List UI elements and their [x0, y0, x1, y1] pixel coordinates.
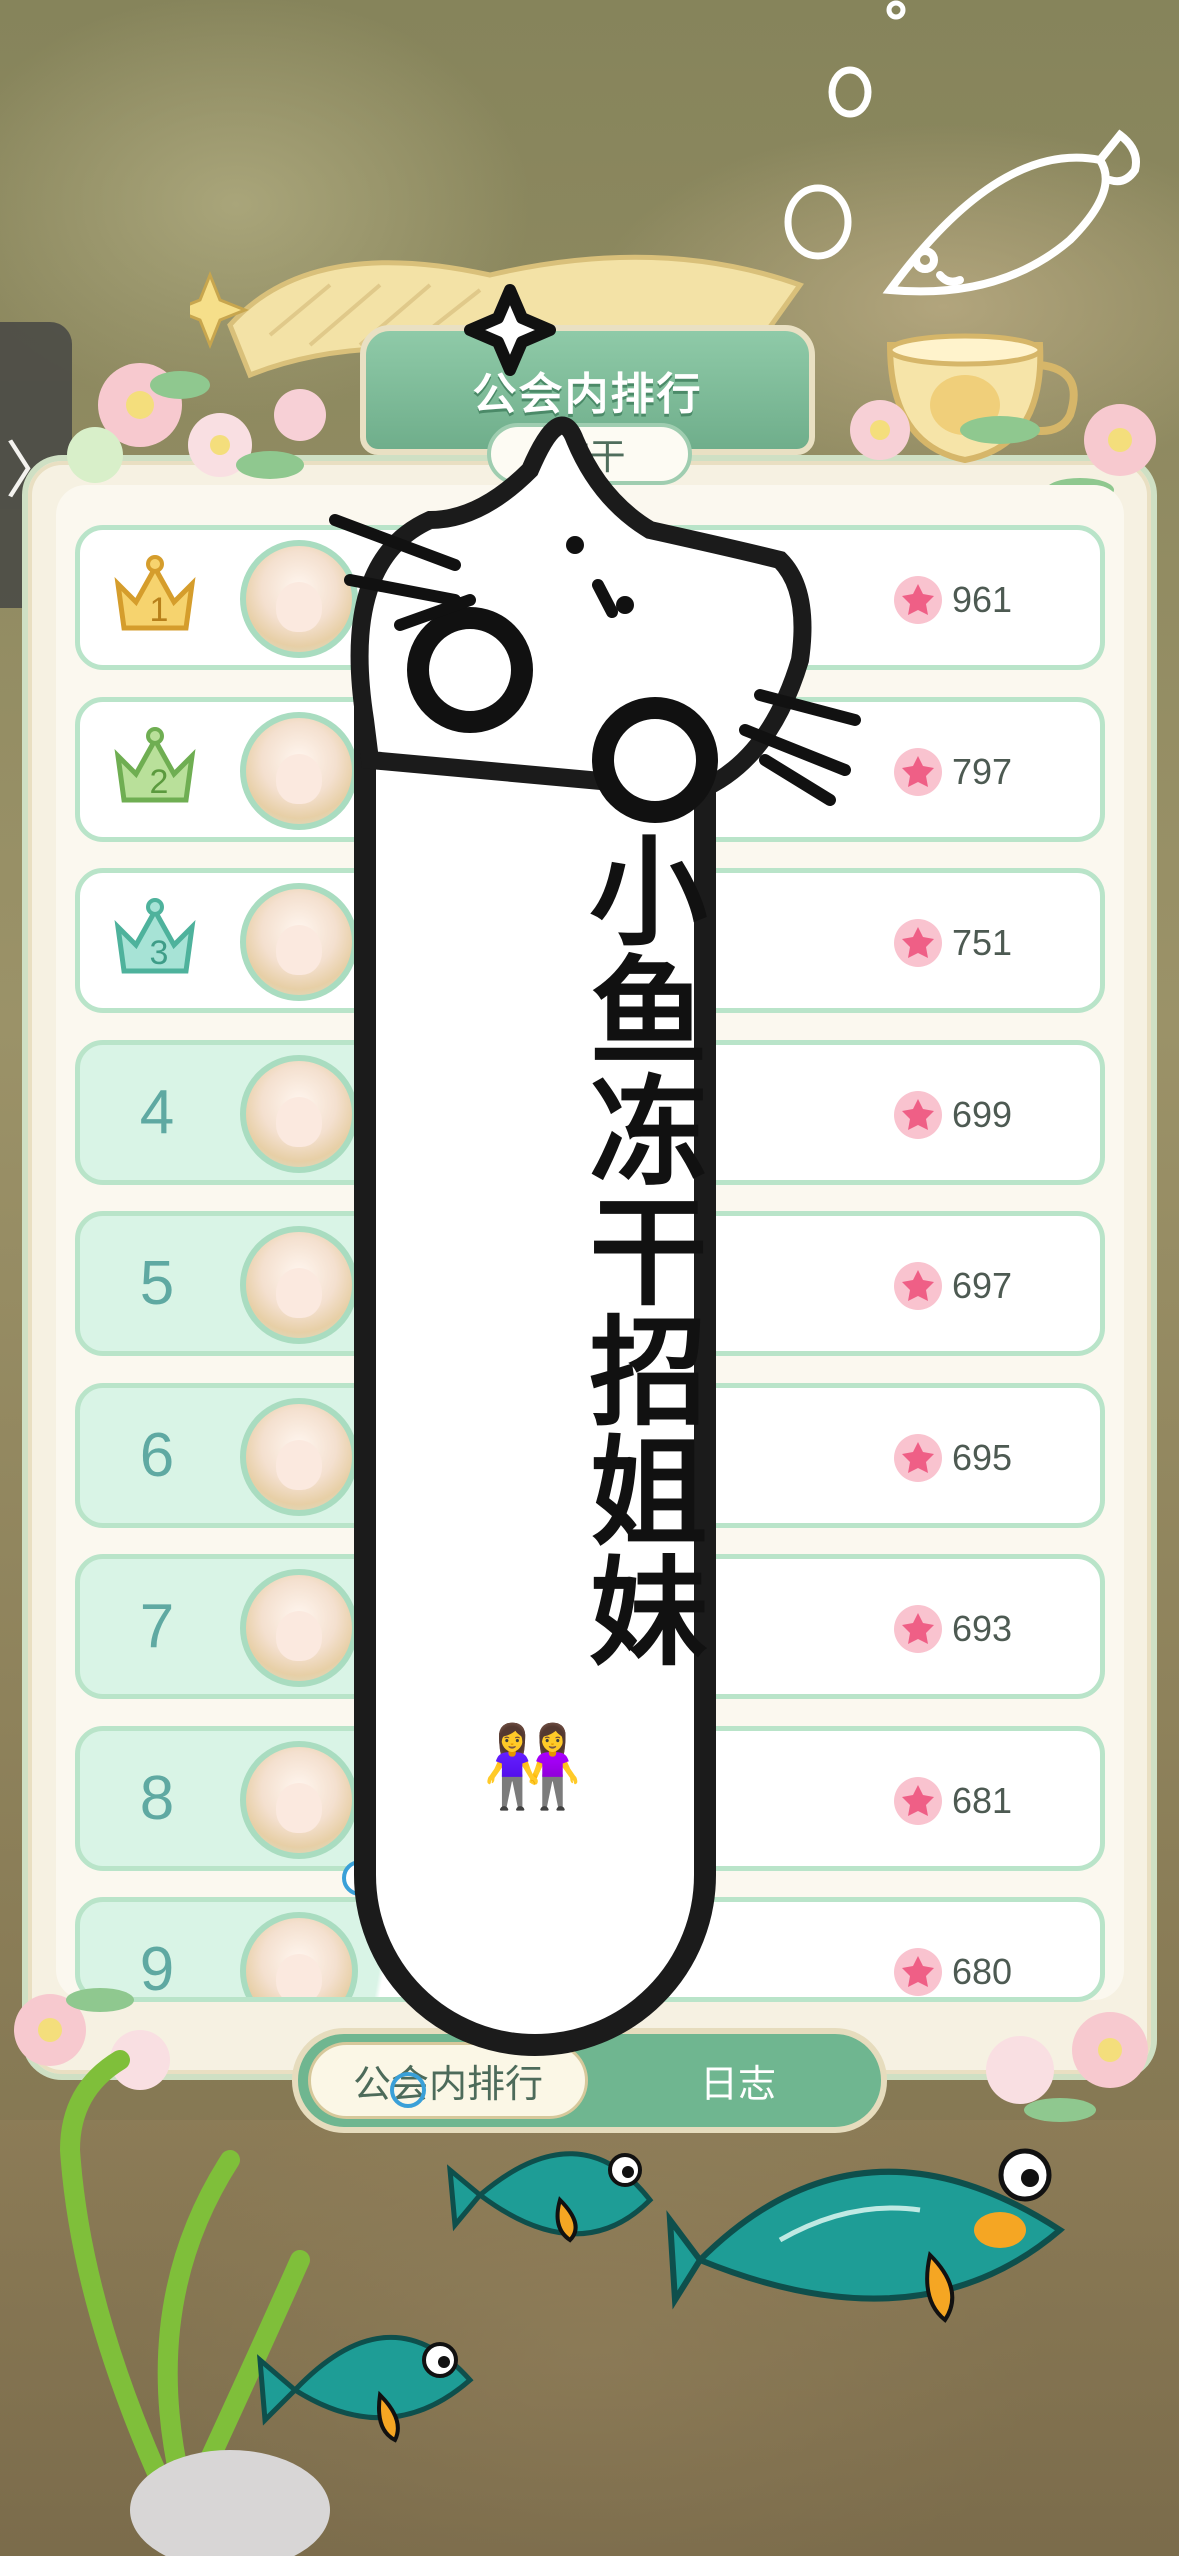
score-value: 695	[952, 1437, 1013, 1478]
rank-number: 3	[149, 934, 169, 972]
flower-score-icon	[894, 576, 942, 624]
player-avatar[interactable]	[240, 1569, 358, 1687]
score: 699	[890, 1083, 1012, 1147]
rank-number: 4	[139, 1078, 175, 1147]
score-value: 693	[952, 1608, 1013, 1649]
tab-guild-ranking[interactable]: 公会内排行	[308, 2042, 588, 2119]
score: 693	[890, 1597, 1012, 1661]
flower-score-icon	[894, 1262, 942, 1310]
rank-number: 5	[139, 1249, 175, 1318]
flower-score-icon	[894, 1091, 942, 1139]
player-avatar[interactable]	[240, 1912, 358, 1997]
score-value: 697	[952, 1265, 1013, 1306]
rank-number: 6	[139, 1421, 175, 1490]
rank-number: 1	[149, 591, 169, 629]
score-value: 751	[952, 922, 1013, 963]
player-avatar[interactable]	[240, 883, 358, 1001]
score-value: 680	[952, 1951, 1013, 1992]
player-avatar[interactable]	[240, 540, 358, 658]
tab-log[interactable]: 日志	[598, 2042, 878, 2119]
player-avatar[interactable]	[240, 1055, 358, 1173]
score: 697	[890, 1254, 1012, 1318]
flower-score-icon	[894, 748, 942, 796]
sticker-caption: 小鱼冻干招姐妹	[569, 830, 707, 1670]
player-avatar[interactable]	[240, 1398, 358, 1516]
flower-score-icon	[894, 1605, 942, 1653]
flower-score-icon	[894, 1777, 942, 1825]
flower-cluster-left	[67, 363, 326, 483]
rank-number: 7	[139, 1592, 175, 1661]
sisters-emoji: 👭	[482, 1720, 583, 1813]
flower-score-icon	[894, 1948, 942, 1996]
rank-number: 8	[139, 1764, 175, 1833]
score-value: 797	[952, 751, 1013, 792]
flower-score-icon	[894, 1434, 942, 1482]
score: 695	[890, 1426, 1012, 1490]
player-avatar[interactable]	[240, 1226, 358, 1344]
score-value: 681	[952, 1780, 1013, 1821]
score: 797	[890, 740, 1012, 804]
score-value: 961	[952, 579, 1013, 620]
player-avatar[interactable]	[240, 712, 358, 830]
score-value: 699	[952, 1094, 1013, 1135]
flower-cluster-bottom-right	[986, 2012, 1148, 2122]
sticker-text-area: 小鱼冻干招姐妹 👭	[360, 520, 707, 2045]
flower-cluster-bottom-left	[14, 1988, 170, 2090]
score: 681	[890, 1769, 1012, 1833]
scene-floor	[0, 2120, 1179, 2556]
score: 961	[890, 568, 1012, 632]
player-avatar[interactable]	[240, 1741, 358, 1859]
guild-name: 冻干	[553, 437, 626, 478]
guild-name-pill: 冻干	[487, 423, 692, 485]
flower-score-icon	[894, 919, 942, 967]
rank-number: 2	[149, 763, 169, 801]
score: 751	[890, 911, 1012, 975]
page-title: 公会内排行	[472, 369, 703, 420]
